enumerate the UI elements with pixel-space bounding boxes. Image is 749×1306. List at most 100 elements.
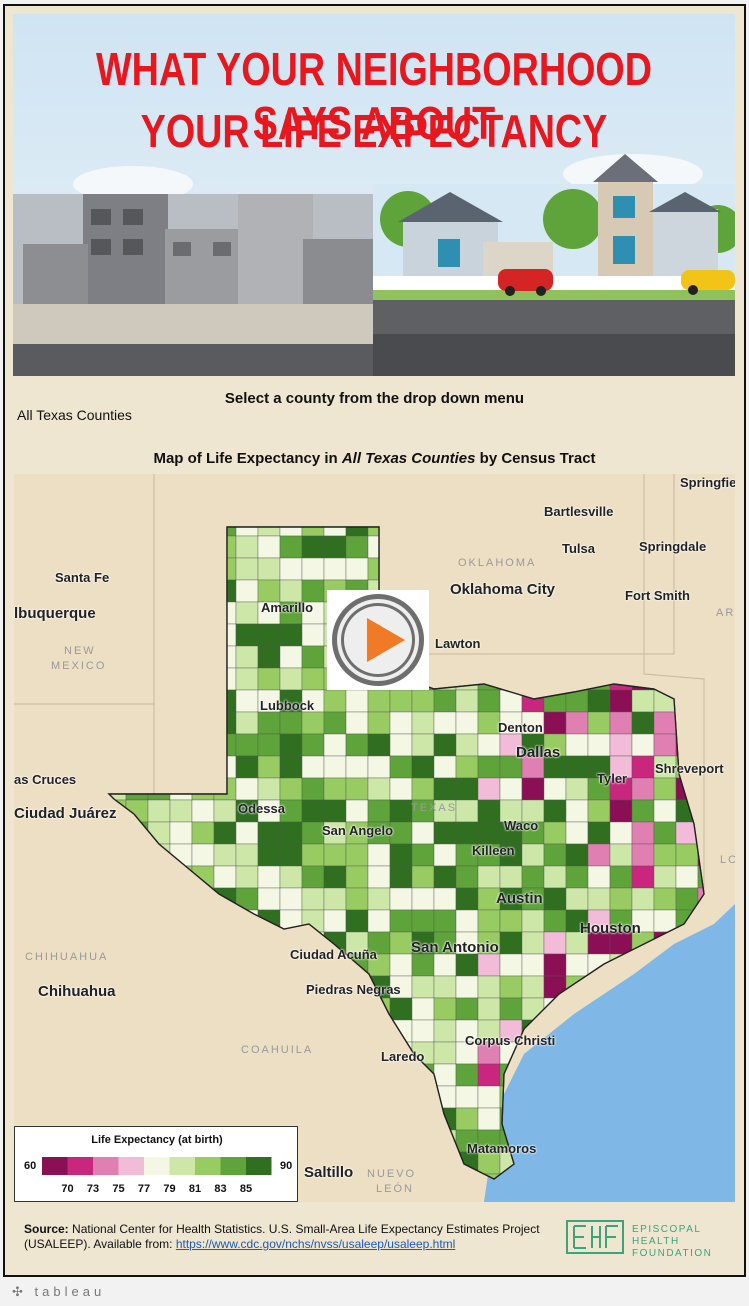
tract-cell[interactable] xyxy=(279,645,303,669)
tract-cell[interactable] xyxy=(257,843,281,867)
tract-cell[interactable] xyxy=(345,777,369,801)
tract-cell[interactable] xyxy=(191,579,215,603)
tract-cell[interactable] xyxy=(147,997,171,1021)
tract-cell[interactable] xyxy=(235,711,259,735)
tract-cell[interactable] xyxy=(345,733,369,757)
tract-cell[interactable] xyxy=(345,799,369,823)
tract-cell[interactable] xyxy=(499,667,523,691)
tract-cell[interactable] xyxy=(697,514,720,537)
tract-cell[interactable] xyxy=(345,755,369,779)
tract-cell[interactable] xyxy=(587,645,611,669)
tract-cell[interactable] xyxy=(499,953,523,977)
tract-cell[interactable] xyxy=(367,1085,391,1109)
tract-cell[interactable] xyxy=(213,843,237,867)
tract-cell[interactable] xyxy=(587,557,611,581)
tract-cell[interactable] xyxy=(675,799,699,823)
tract-cell[interactable] xyxy=(257,865,281,889)
tract-cell[interactable] xyxy=(125,1041,149,1065)
tract-cell[interactable] xyxy=(147,821,171,845)
tract-cell[interactable] xyxy=(147,799,171,823)
tract-cell[interactable] xyxy=(323,1063,347,1087)
tract-cell[interactable] xyxy=(125,557,149,581)
tract-cell[interactable] xyxy=(631,799,655,823)
tract-cell[interactable] xyxy=(675,514,699,537)
tract-cell[interactable] xyxy=(235,514,259,537)
tract-cell[interactable] xyxy=(147,953,171,977)
tract-cell[interactable] xyxy=(257,821,281,845)
tract-cell[interactable] xyxy=(235,755,259,779)
tract-cell[interactable] xyxy=(499,777,523,801)
tract-cell[interactable] xyxy=(125,1063,149,1087)
tract-cell[interactable] xyxy=(477,601,501,625)
tract-cell[interactable] xyxy=(653,909,677,933)
tract-cell[interactable] xyxy=(367,711,391,735)
tract-cell[interactable] xyxy=(543,623,567,647)
tract-cell[interactable] xyxy=(389,755,413,779)
tract-cell[interactable] xyxy=(609,689,633,713)
tract-cell[interactable] xyxy=(675,777,699,801)
tract-cell[interactable] xyxy=(301,1085,325,1109)
tract-cell[interactable] xyxy=(257,623,281,647)
tract-cell[interactable] xyxy=(125,667,149,691)
tract-cell[interactable] xyxy=(213,601,237,625)
tract-cell[interactable] xyxy=(191,777,215,801)
tract-cell[interactable] xyxy=(104,645,127,669)
tract-cell[interactable] xyxy=(587,843,611,867)
tract-cell[interactable] xyxy=(169,733,193,757)
tract-cell[interactable] xyxy=(411,777,435,801)
tract-cell[interactable] xyxy=(565,821,589,845)
tract-cell[interactable] xyxy=(433,1173,457,1196)
tract-cell[interactable] xyxy=(389,909,413,933)
tract-cell[interactable] xyxy=(653,711,677,735)
tract-cell[interactable] xyxy=(675,601,699,625)
tract-cell[interactable] xyxy=(477,535,501,559)
tract-cell[interactable] xyxy=(235,931,259,955)
tract-cell[interactable] xyxy=(587,601,611,625)
tract-cell[interactable] xyxy=(169,953,193,977)
tract-cell[interactable] xyxy=(257,1019,281,1043)
tract-cell[interactable] xyxy=(125,887,149,911)
tract-cell[interactable] xyxy=(455,821,479,845)
tract-cell[interactable] xyxy=(147,1019,171,1043)
tract-cell[interactable] xyxy=(587,865,611,889)
tract-cell[interactable] xyxy=(477,755,501,779)
tract-cell[interactable] xyxy=(587,799,611,823)
tract-cell[interactable] xyxy=(169,514,193,537)
tract-cell[interactable] xyxy=(301,997,325,1021)
tract-cell[interactable] xyxy=(499,514,523,537)
tract-cell[interactable] xyxy=(301,799,325,823)
tract-cell[interactable] xyxy=(653,821,677,845)
tract-cell[interactable] xyxy=(147,645,171,669)
tract-cell[interactable] xyxy=(455,733,479,757)
tract-cell[interactable] xyxy=(191,1041,215,1065)
tract-cell[interactable] xyxy=(235,667,259,691)
tract-cell[interactable] xyxy=(565,887,589,911)
tract-cell[interactable] xyxy=(213,514,237,537)
tract-cell[interactable] xyxy=(125,843,149,867)
tract-cell[interactable] xyxy=(169,623,193,647)
tract-cell[interactable] xyxy=(389,997,413,1021)
tract-cell[interactable] xyxy=(169,1063,193,1087)
tract-cell[interactable] xyxy=(301,1107,325,1131)
tract-cell[interactable] xyxy=(147,931,171,955)
tract-cell[interactable] xyxy=(213,975,237,999)
tract-cell[interactable] xyxy=(477,711,501,735)
tract-cell[interactable] xyxy=(213,645,237,669)
tract-cell[interactable] xyxy=(323,887,347,911)
tract-cell[interactable] xyxy=(213,579,237,603)
tract-cell[interactable] xyxy=(411,909,435,933)
tract-cell[interactable] xyxy=(191,821,215,845)
tract-cell[interactable] xyxy=(125,733,149,757)
tract-cell[interactable] xyxy=(653,689,677,713)
tract-cell[interactable] xyxy=(631,843,655,867)
tract-cell[interactable] xyxy=(257,931,281,955)
tract-cell[interactable] xyxy=(521,931,545,955)
tract-cell[interactable] xyxy=(213,711,237,735)
tract-cell[interactable] xyxy=(587,623,611,647)
tract-cell[interactable] xyxy=(323,535,347,559)
tract-cell[interactable] xyxy=(411,557,435,581)
tract-cell[interactable] xyxy=(565,667,589,691)
tract-cell[interactable] xyxy=(301,865,325,889)
tract-cell[interactable] xyxy=(213,887,237,911)
tract-cell[interactable] xyxy=(675,557,699,581)
